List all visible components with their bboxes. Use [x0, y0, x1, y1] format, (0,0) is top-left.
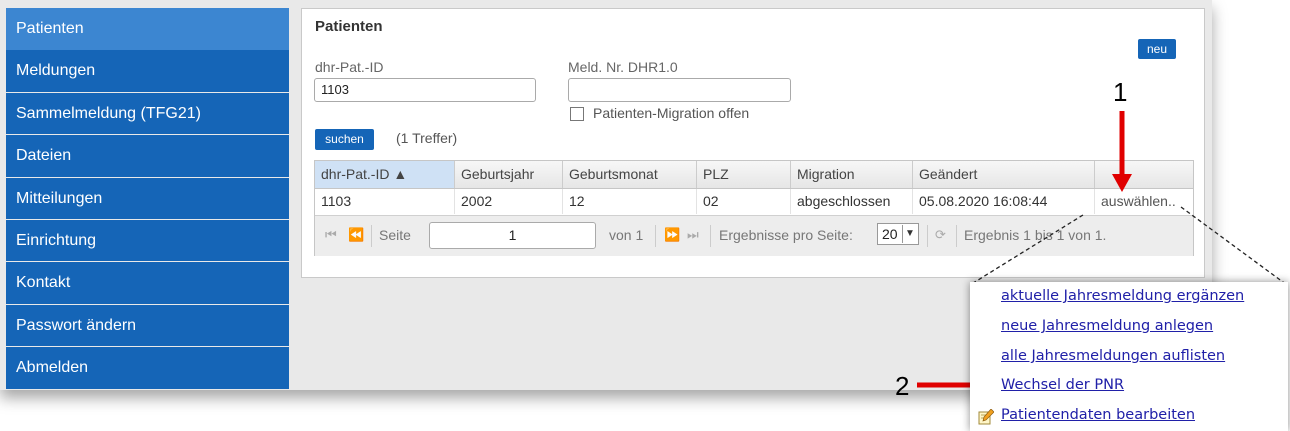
edit-icon [978, 409, 994, 425]
menu-item-jahresmeldung-ergaenzen[interactable]: aktuelle Jahresmeldung ergänzen [1001, 288, 1244, 304]
menu-item-patientendaten-bearbeiten[interactable]: Patientendaten bearbeiten [1001, 407, 1195, 423]
callout-line-left [969, 214, 1084, 286]
callout-line-right [1180, 206, 1288, 286]
arrow-1-head [1112, 174, 1132, 192]
menu-item-wechsel-pnr[interactable]: Wechsel der PNR [1001, 377, 1124, 393]
marker-1: 1 [1113, 77, 1128, 107]
marker-2: 2 [895, 371, 910, 401]
context-menu: aktuelle Jahresmeldung ergänzen neue Jah… [970, 282, 1288, 431]
menu-item-jahresmeldungen-auflisten[interactable]: alle Jahresmeldungen auflisten [1001, 348, 1225, 364]
menu-item-jahresmeldung-anlegen[interactable]: neue Jahresmeldung anlegen [1001, 318, 1213, 334]
